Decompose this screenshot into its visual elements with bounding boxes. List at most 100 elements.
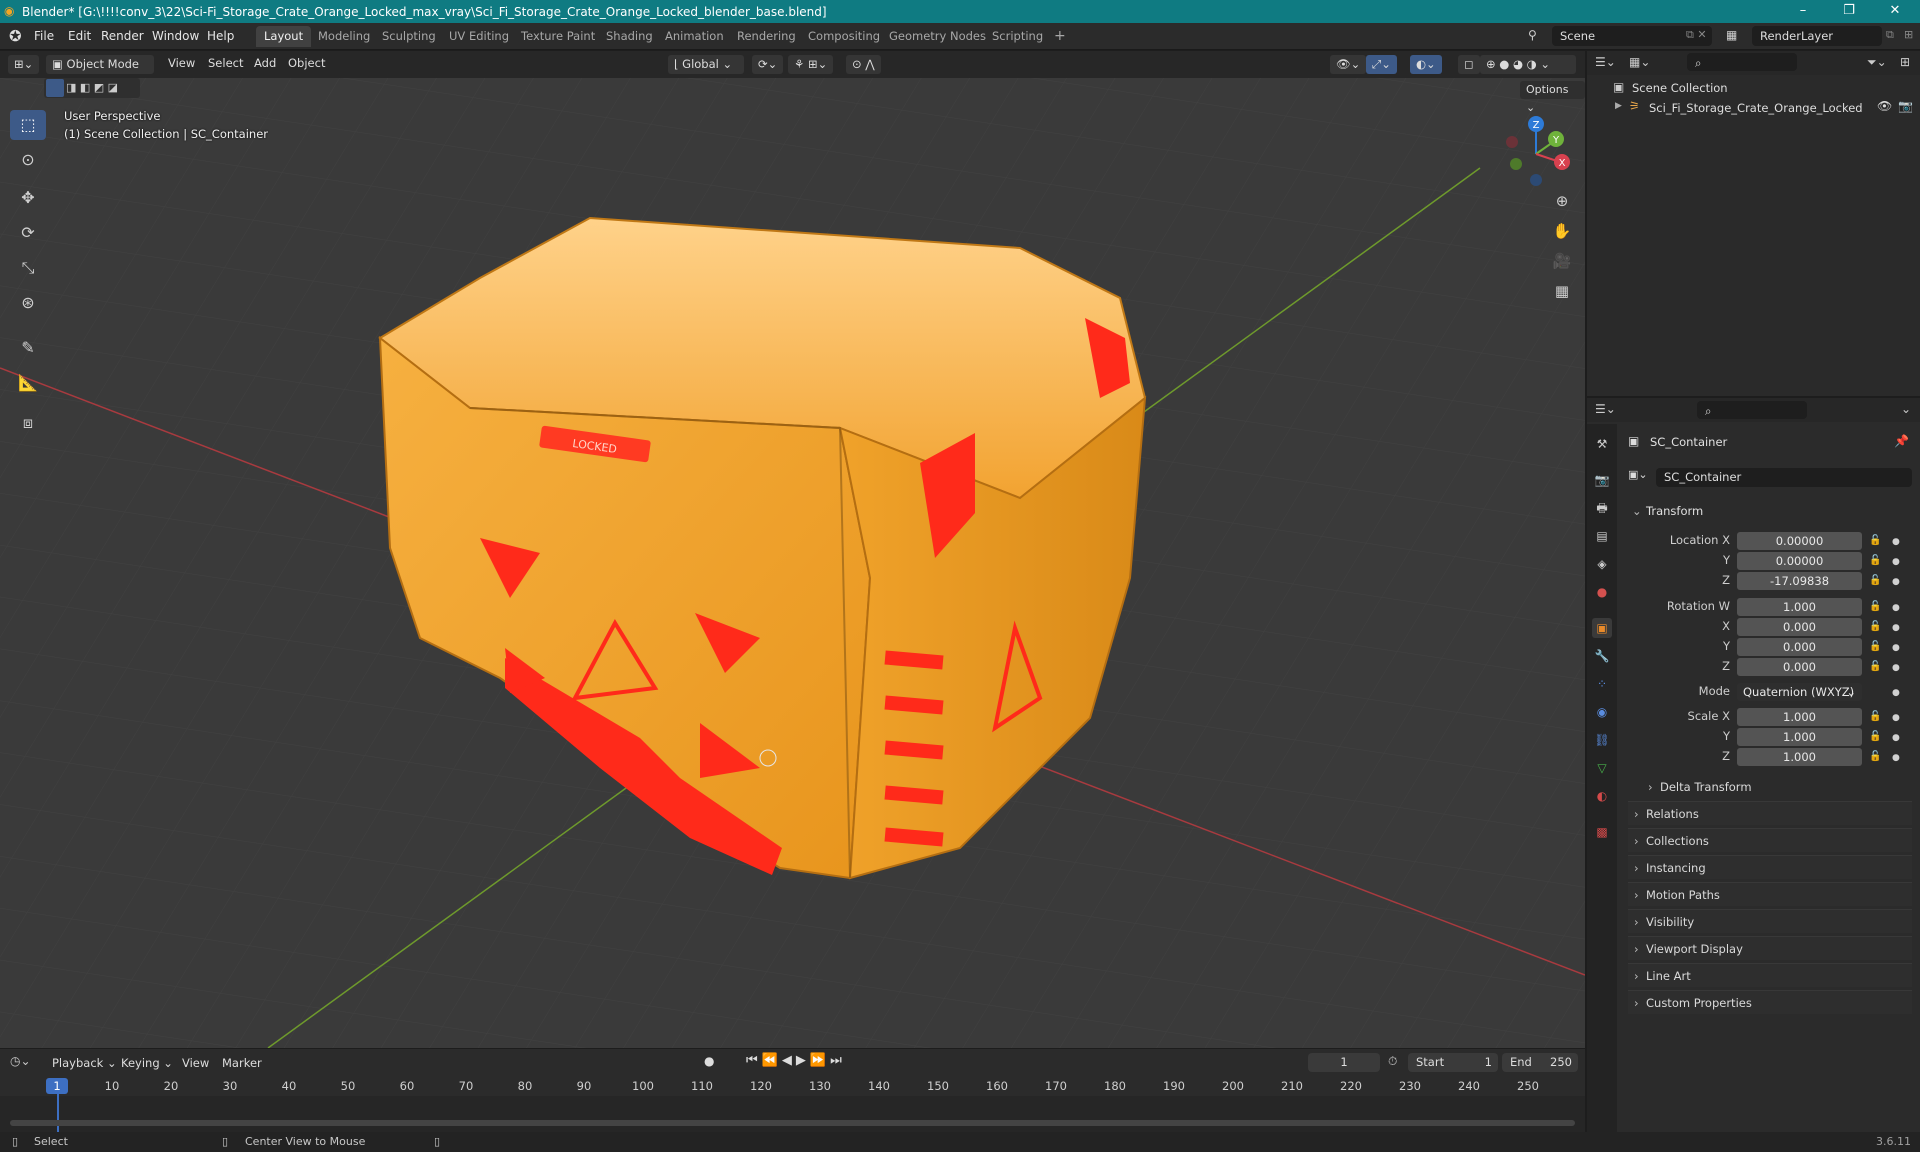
minimize-button[interactable]: –	[1780, 0, 1826, 23]
location-x-field[interactable]: 0.00000	[1737, 532, 1862, 550]
viewport-menu-select[interactable]: Select	[208, 56, 243, 70]
timeline-menu-playback[interactable]: Playback ⌄	[52, 1056, 117, 1070]
mode-selector[interactable]: ▣ Object Mode ⌄	[46, 55, 154, 90]
menu-file[interactable]: File	[34, 29, 54, 43]
gizmo-neg-y[interactable]	[1510, 158, 1522, 170]
keyframe-dot-icon[interactable]: ●	[1892, 688, 1900, 698]
blender-menu-icon[interactable]: ✪	[9, 27, 22, 45]
data-tab-icon[interactable]: ▽	[1592, 758, 1612, 778]
viewport-options-button[interactable]: Options ⌄	[1520, 81, 1585, 114]
workspace-tab-animation[interactable]: Animation	[657, 26, 732, 47]
object-tab-icon[interactable]: ▣	[1592, 618, 1612, 638]
visibility-icon[interactable]: 👁⌄	[1330, 55, 1367, 74]
object-name-field[interactable]: SC_Container	[1656, 468, 1912, 487]
3d-viewport[interactable]: LOCKED Z Y X User Perspective (1) Scene …	[0, 78, 1585, 1048]
properties-search-input[interactable]: ⌕	[1697, 401, 1807, 419]
lock-icon[interactable]: 🔓	[1869, 731, 1881, 742]
select-box-tool-icon[interactable]: ⬚	[10, 110, 46, 140]
move-tool-icon[interactable]: ✥	[10, 183, 46, 213]
gizmo-neg-z[interactable]	[1530, 174, 1542, 186]
end-frame-field[interactable]: End 250	[1502, 1053, 1578, 1072]
select-extend-icons[interactable]: ◨ ◧ ◩ ◪	[66, 81, 118, 94]
pivot-point-icon[interactable]: ⟳⌄	[752, 55, 784, 74]
rotation-z-field[interactable]: 0.000	[1737, 658, 1862, 676]
add-cube-tool-icon[interactable]: ⧈	[10, 408, 46, 438]
rotation-mode-dropdown[interactable]: Quaternion (WXYZ) ⌄	[1737, 683, 1862, 701]
physics-tab-icon[interactable]: ◉	[1592, 702, 1612, 722]
particles-tab-icon[interactable]: ⁘	[1592, 674, 1612, 694]
expand-arrow-icon[interactable]: ▶	[1615, 101, 1622, 111]
workspace-tab-texture-paint[interactable]: Texture Paint	[513, 26, 603, 47]
close-button[interactable]: ✕	[1872, 0, 1918, 23]
rotation-x-field[interactable]: 0.000	[1737, 618, 1862, 636]
properties-options-icon[interactable]: ⌄	[1901, 402, 1911, 416]
texture-tab-icon[interactable]: ▩	[1592, 822, 1612, 842]
keyframe-dot-icon[interactable]: ●	[1892, 603, 1900, 613]
playback-controls-icons[interactable]: ⏮⏪◀▶⏩⏭	[746, 1053, 846, 1068]
camera-view-icon[interactable]: 🎥	[1548, 248, 1576, 274]
workspace-tab-scripting[interactable]: Scripting	[984, 26, 1051, 47]
properties-editor-icon[interactable]: ☰⌄	[1595, 402, 1616, 416]
world-tab-icon[interactable]: ●	[1592, 582, 1612, 602]
timeline-editor-icon[interactable]: ◷⌄	[10, 1054, 31, 1068]
record-icon[interactable]: ●	[704, 1054, 714, 1068]
lock-icon[interactable]: 🔓	[1869, 661, 1881, 672]
outliner-editor-icon[interactable]: ☰⌄	[1595, 55, 1616, 69]
timeline-menu-keying[interactable]: Keying ⌄	[121, 1056, 173, 1070]
xray-toggle-icon[interactable]: ◻	[1458, 55, 1480, 74]
transform-tool-icon[interactable]: ⊛	[10, 288, 46, 318]
scene-collection-label[interactable]: Scene Collection	[1632, 81, 1728, 95]
lock-icon[interactable]: 🔓	[1869, 575, 1881, 586]
scene-copy-icon[interactable]: ⧉ ✕	[1686, 28, 1707, 42]
transform-panel-header[interactable]: ⌄ Transform	[1628, 500, 1912, 522]
delta-transform-panel[interactable]: Delta Transform	[1642, 775, 1912, 799]
tool-tab-icon[interactable]: ⚒	[1592, 434, 1612, 454]
lock-icon[interactable]: 🔓	[1869, 555, 1881, 566]
overlay-toggle-icon[interactable]: ◐⌄	[1410, 55, 1442, 74]
modifier-tab-icon[interactable]: 🔧	[1592, 646, 1612, 666]
menu-render[interactable]: Render	[101, 29, 144, 43]
workspace-tab-modeling[interactable]: Modeling	[310, 26, 378, 47]
zoom-icon[interactable]: ⊕	[1548, 188, 1576, 214]
material-tab-icon[interactable]: ◐	[1592, 786, 1612, 806]
keyframe-dot-icon[interactable]: ●	[1892, 643, 1900, 653]
instancing-panel[interactable]: Instancing	[1628, 855, 1912, 880]
lock-icon[interactable]: 🔓	[1869, 641, 1881, 652]
add-workspace-button[interactable]: +	[1046, 26, 1074, 47]
editor-type-icon[interactable]: ⊞⌄	[8, 55, 40, 74]
workspace-tab-geometry-nodes[interactable]: Geometry Nodes	[881, 26, 994, 47]
workspace-tab-sculpting[interactable]: Sculpting	[374, 26, 444, 47]
lock-icon[interactable]: 🔓	[1869, 601, 1881, 612]
rotation-y-field[interactable]: 0.000	[1737, 638, 1862, 656]
lock-icon[interactable]: 🔓	[1869, 751, 1881, 762]
viewport-menu-view[interactable]: View	[168, 56, 195, 70]
scale-x-field[interactable]: 1.000	[1737, 708, 1862, 726]
shading-mode-icons[interactable]: ⊕ ● ◕ ◑ ⌄	[1480, 55, 1576, 74]
keyframe-dot-icon[interactable]: ●	[1892, 623, 1900, 633]
lock-icon[interactable]: 🔓	[1869, 711, 1881, 722]
keyframe-dot-icon[interactable]: ●	[1892, 557, 1900, 567]
location-y-field[interactable]: 0.00000	[1737, 552, 1862, 570]
timeline-scrollbar[interactable]	[10, 1120, 1575, 1126]
collections-panel[interactable]: Collections	[1628, 828, 1912, 853]
keyframe-dot-icon[interactable]: ●	[1892, 537, 1900, 547]
keyframe-dot-icon[interactable]: ●	[1892, 663, 1900, 673]
menu-window[interactable]: Window	[152, 29, 199, 43]
filter-icon[interactable]: ⏷⌄	[1867, 55, 1887, 70]
visibility-panel[interactable]: Visibility	[1628, 909, 1912, 934]
viewport-display-panel[interactable]: Viewport Display	[1628, 936, 1912, 961]
scene-tab-icon[interactable]: ◈	[1592, 554, 1612, 574]
location-z-field[interactable]: -17.09838	[1737, 572, 1862, 590]
scale-z-field[interactable]: 1.000	[1737, 748, 1862, 766]
workspace-tab-shading[interactable]: Shading	[598, 26, 661, 47]
custom-properties-panel[interactable]: Custom Properties	[1628, 990, 1912, 1015]
playhead-line[interactable]	[57, 1094, 59, 1132]
snap-icon[interactable]: ⚘ ⊞⌄	[788, 55, 834, 74]
gizmo-neg-x[interactable]	[1506, 136, 1518, 148]
annotate-tool-icon[interactable]: ✎	[10, 333, 46, 363]
stopwatch-icon[interactable]: ⏱	[1388, 1054, 1397, 1069]
relations-panel[interactable]: Relations	[1628, 801, 1912, 826]
select-new-icon[interactable]	[46, 79, 64, 97]
ortho-grid-icon[interactable]: ▦	[1548, 278, 1576, 304]
data-block-icon[interactable]: ▣⌄	[1628, 468, 1648, 481]
